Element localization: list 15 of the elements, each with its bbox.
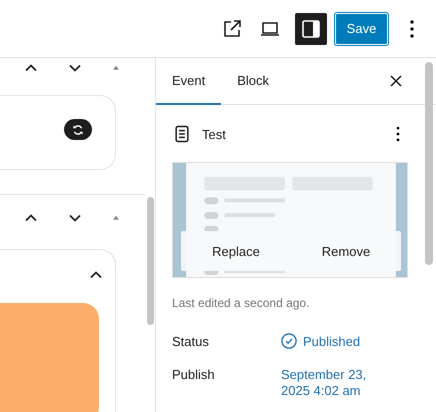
last-edited-text: Last edited a second ago. xyxy=(172,296,310,310)
sync-icon[interactable] xyxy=(64,119,92,140)
field-label: Publish xyxy=(172,367,216,382)
scrollbar-thumb[interactable] xyxy=(425,62,433,265)
date-link[interactable]: September 23, 2025 4:02 am xyxy=(281,367,373,399)
field-label: Status xyxy=(172,334,210,349)
scrollbar-thumb[interactable] xyxy=(147,197,154,325)
document-title: Test xyxy=(202,126,227,142)
save-button[interactable]: Save xyxy=(334,12,389,46)
tab[interactable]: Event xyxy=(156,58,222,104)
status-link[interactable]: Published xyxy=(303,334,360,350)
image-action-button[interactable]: Remove xyxy=(291,231,401,271)
check-circle-icon xyxy=(279,331,299,351)
tab[interactable]: Block xyxy=(221,58,286,104)
image-action-button[interactable]: Replace xyxy=(181,231,291,271)
